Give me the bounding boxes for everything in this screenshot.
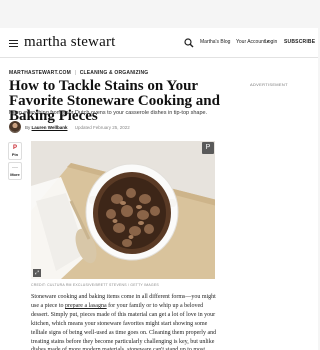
author-avatar[interactable] bbox=[9, 121, 21, 133]
site-header: martha stewart Martha's Blog Your Accoun… bbox=[0, 28, 318, 58]
breadcrumb-section[interactable]: CLEANING & ORGANIZING bbox=[80, 70, 149, 76]
more-share-button[interactable]: ··· More bbox=[8, 162, 22, 180]
nav-marthas-blog[interactable]: Martha's Blog bbox=[200, 39, 230, 45]
breadcrumb-site[interactable]: MARTHASTEWART.COM bbox=[9, 70, 71, 76]
pin-share-button[interactable]: P Pin bbox=[8, 142, 22, 160]
article-hero-image bbox=[31, 141, 215, 279]
nav-login[interactable]: Login bbox=[265, 39, 277, 45]
pinterest-icon: P bbox=[12, 145, 17, 151]
nav-subscribe[interactable]: SUBSCRIBE bbox=[284, 39, 315, 45]
article-dek: Keep everything from your Dutch ovens to… bbox=[9, 110, 208, 116]
byline-prefix: By bbox=[25, 125, 31, 130]
pin-label: Pin bbox=[11, 152, 19, 157]
more-label: More bbox=[10, 172, 20, 177]
more-icon: ··· bbox=[12, 165, 18, 171]
author-link[interactable]: Lauren Wellbank bbox=[32, 125, 68, 130]
hamburger-menu-icon[interactable] bbox=[9, 40, 18, 47]
breadcrumb: MARTHASTEWART.COM | CLEANING & ORGANIZIN… bbox=[9, 70, 148, 76]
byline: By Lauren Wellbank Updated February 25, … bbox=[25, 125, 130, 130]
page-title: How to Tackle Stains on Your Favorite St… bbox=[9, 78, 220, 124]
search-icon[interactable] bbox=[184, 38, 194, 48]
site-logo[interactable]: martha stewart bbox=[24, 34, 116, 51]
expand-icon[interactable]: ⤢ bbox=[33, 269, 41, 277]
article-body: Stoneware cooking and baking items come … bbox=[31, 293, 217, 350]
updated-date: Updated February 25, 2022 bbox=[74, 125, 130, 130]
prepare-lasagna-link[interactable]: prepare a lasagna bbox=[65, 303, 107, 309]
advertisement-label: ADVERTISEMENT bbox=[250, 82, 288, 87]
body-text-rest: for your family or to whip up a beloved … bbox=[31, 302, 217, 350]
image-pin-button[interactable]: P bbox=[202, 142, 214, 154]
image-credit: CREDIT: CULTURA RM EXCLUSIVE/BRETT STEVE… bbox=[31, 283, 159, 287]
article-content: MARTHASTEWART.COM | CLEANING & ORGANIZIN… bbox=[0, 58, 318, 350]
top-spacer bbox=[0, 0, 318, 28]
breadcrumb-separator: | bbox=[74, 70, 77, 76]
